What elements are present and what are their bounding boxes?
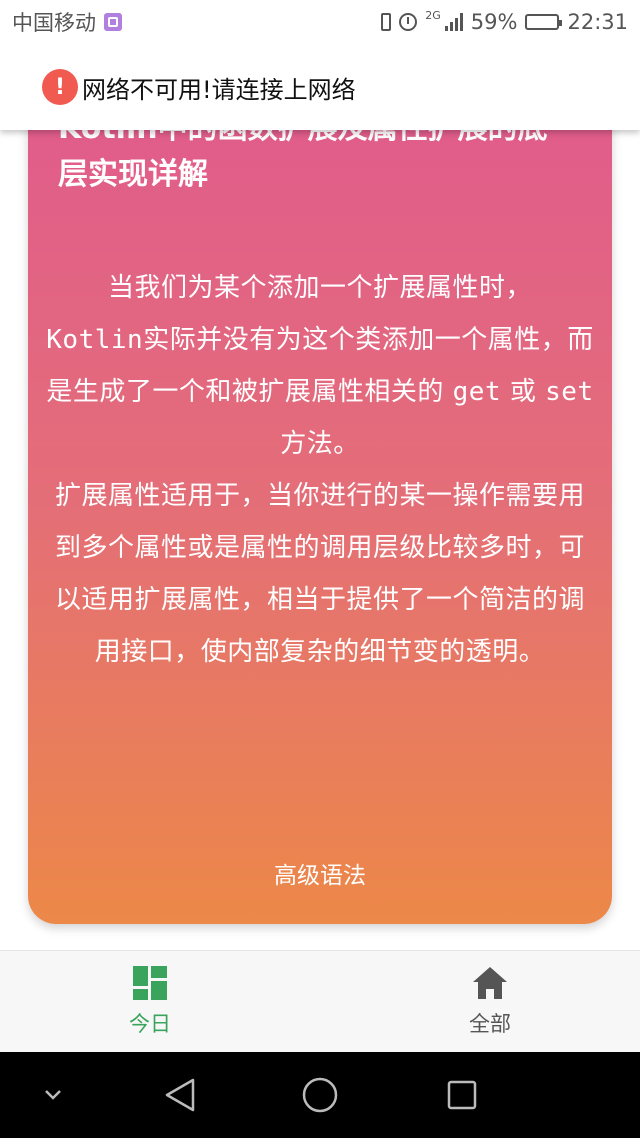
tab-all[interactable]: 全部 — [320, 951, 640, 1052]
bottom-tab-bar: 今日 全部 — [0, 950, 640, 1052]
summary-text: 方法。 — [280, 429, 360, 459]
home-button[interactable] — [290, 1052, 350, 1138]
summary-text: 扩展属性适用于，当你进行的某一操作需要用到多个属性或是属性的调用层级比较多时，可… — [54, 481, 585, 667]
signal-icon — [444, 13, 463, 31]
alarm-icon — [399, 13, 418, 31]
article-title-line2: 层实现详解 — [58, 157, 208, 192]
home-circle-icon — [302, 1077, 338, 1113]
recents-button[interactable] — [432, 1052, 492, 1138]
summary-text: 当我们为某个添加一个扩展属性时， — [107, 273, 532, 303]
status-bar: 中国移动 2G 59% 22:31 — [0, 0, 640, 44]
code-term: Kotlin — [46, 325, 144, 355]
gallery-notification-icon — [104, 13, 122, 31]
article-summary: 当我们为某个添加一个扩展属性时， Kotlin实际并没有为这个类添加一个属性，而是… — [46, 262, 594, 678]
tab-today-label: 今日 — [129, 1011, 171, 1036]
vibrate-icon — [381, 13, 392, 31]
battery-percent: 59% — [470, 10, 518, 34]
status-left: 中国移动 — [12, 7, 122, 37]
clock: 22:31 — [567, 10, 628, 34]
article-card[interactable]: Kotlin中的函数扩展及属性扩展的底层实现详解 当我们为某个添加一个扩展属性时… — [28, 130, 612, 924]
chevron-down-icon — [45, 1090, 61, 1100]
carrier-name: 中国移动 — [12, 11, 96, 35]
warning-icon: ! — [42, 69, 78, 105]
tab-today[interactable]: 今日 — [0, 951, 320, 1052]
back-triangle-icon — [165, 1078, 195, 1112]
code-term: get — [452, 377, 502, 407]
battery-icon — [525, 14, 563, 30]
back-button[interactable] — [150, 1052, 210, 1138]
code-term: set — [545, 377, 594, 407]
article-title: Kotlin中的函数扩展及属性扩展的底层实现详解 — [58, 130, 588, 198]
article-title-line1: Kotlin中的函数扩展及属性扩展的底 — [58, 130, 548, 146]
collapse-nav-button[interactable] — [30, 1052, 76, 1138]
status-right: 2G 59% 22:31 — [381, 8, 628, 34]
summary-text: 或 — [501, 377, 546, 407]
tab-all-label: 全部 — [469, 1011, 511, 1036]
category-tag[interactable]: 高级语法 — [28, 856, 612, 890]
content-area: Kotlin中的函数扩展及属性扩展的底层实现详解 当我们为某个添加一个扩展属性时… — [0, 130, 640, 950]
network-warning-text: 网络不可用!请连接上网络 — [82, 75, 356, 104]
system-nav-bar — [0, 1052, 640, 1138]
network-warning-banner[interactable]: ! 网络不可用!请连接上网络 — [0, 44, 640, 130]
network-type: 2G — [425, 8, 441, 22]
recents-square-icon — [447, 1080, 477, 1110]
home-icon — [473, 966, 507, 999]
app-screen: 中国移动 2G 59% 22:31 ! 网络不可用!请连接上网络 Kotlin中… — [0, 0, 640, 1138]
dashboard-grid-icon — [133, 965, 167, 1000]
